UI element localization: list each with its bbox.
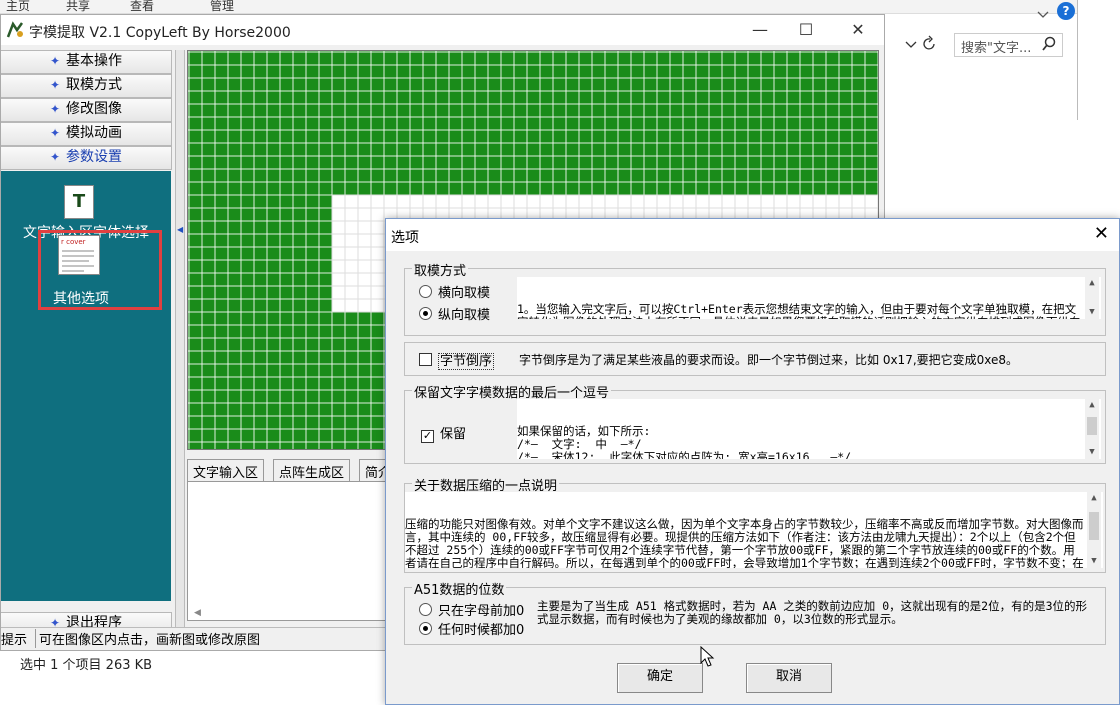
nav-label: 基本操作 [66, 53, 123, 69]
scroll-left-icon[interactable]: ◀ [194, 608, 201, 618]
dialog-titlebar: 选项 ✕ [386, 219, 1119, 251]
ribbon-tab-view[interactable]: 查看 [130, 0, 154, 14]
nav-star-icon: ✦ [49, 150, 61, 164]
app-logo-icon [5, 20, 25, 40]
radio-letter-only[interactable]: 只在字母前加0 [419, 600, 524, 619]
minimize-button[interactable]: — [737, 19, 783, 41]
checkbox-label: 保留 [440, 427, 467, 442]
scrollbar[interactable]: ▲ ▼ [1085, 277, 1099, 319]
icon-caption: r cover [61, 238, 86, 246]
help-icon[interactable]: ? [1057, 2, 1075, 20]
close-button[interactable]: ✕ [835, 19, 881, 41]
status-text: 可在图像区内点击，画新图或修改原图 [35, 629, 260, 648]
compression-note-group: 关于数据压缩的一点说明 压缩的功能只对图像有效。对单个文字不建议这么做，因为单个… [404, 475, 1106, 573]
nav-edit-image[interactable]: ✦ 修改图像 [1, 98, 172, 122]
splitter[interactable]: ◀ [175, 50, 185, 627]
nav-label: 模拟动画 [66, 125, 123, 141]
cancel-button[interactable]: 取消 [746, 663, 832, 693]
keep-comma-description: 如果保留的话，如下所示: /*— 文字: 中 —*/ /*— 宋体12; 此字体… [517, 399, 1101, 459]
nav-label: 取模方式 [66, 77, 123, 93]
mouse-cursor-icon [700, 645, 716, 668]
window-edge [1077, 0, 1120, 120]
a51-description: 主要是为了当生成 A51 格式数据时，若为 AA 之类的数前边应加 0，这就出现… [537, 600, 1088, 626]
sampling-mode-group: 取模方式 横向取模 纵向取模 1。当您输入完文字后，可以按Ctrl+Enter表… [404, 260, 1106, 336]
radio-label: 横向取模 [438, 286, 491, 301]
nav-simulate-animation[interactable]: ✦ 模拟动画 [1, 122, 172, 146]
ribbon-tab-manage[interactable]: 管理 [210, 0, 234, 14]
radio-label: 只在字母前加0 [438, 604, 525, 619]
radio-label: 任何时候都加0 [438, 623, 525, 638]
font-select-icon[interactable]: T [64, 185, 94, 219]
description-text: 1。当您输入完文字后，可以按Ctrl+Enter表示您想结束文字的输入，但由于要… [517, 302, 1081, 320]
other-options-label[interactable]: 其他选项 [1, 288, 161, 308]
byte-reverse-description: 字节倒序是为了满足某些液晶的要求而设。即一个字节倒过来，比如 0x17,要把它变… [519, 353, 1019, 367]
app-status-bar: 提示 可在图像区内点击，画新图或修改原图 [1, 627, 391, 648]
radio-vertical[interactable]: 纵向取模 [419, 304, 490, 323]
radio-dot [419, 285, 432, 298]
dropdown-chevron-icon[interactable] [903, 36, 919, 52]
checkbox-box [419, 353, 432, 366]
radio-label: 纵向取模 [438, 308, 491, 323]
settings-panel: T 文字输入区字体选择 r cover 其他选项 [1, 171, 171, 601]
byte-reverse-group: 字节倒序 字节倒序是为了满足某些液晶的要求而设。即一个字节倒过来，比如 0x17… [404, 342, 1106, 376]
sampling-description: 1。当您输入完文字后，可以按Ctrl+Enter表示您想结束文字的输入，但由于要… [517, 277, 1101, 319]
nav-label: 修改图像 [66, 101, 123, 117]
search-icon [1042, 36, 1056, 56]
nav-basic-ops[interactable]: ✦ 基本操作 [1, 50, 172, 74]
radio-always[interactable]: 任何时候都加0 [419, 619, 524, 638]
description-text: 如果保留的话，如下所示: /*— 文字: 中 —*/ /*— 宋体12; 此字体… [517, 424, 852, 460]
explorer-ribbon: 主页 共享 查看 管理 [0, 0, 1120, 14]
search-input[interactable]: 搜索"文字... [954, 33, 1063, 57]
options-dialog: 选项 ✕ 取模方式 横向取模 纵向取模 1。当您输入完文字后，可以按Ctrl+E… [385, 218, 1120, 705]
splitter-arrow-icon: ◀ [177, 225, 184, 234]
group-title: 取模方式 [412, 260, 469, 279]
checkbox-label: 字节倒序 [438, 353, 495, 370]
compression-description: 压缩的功能只对图像有效。对单个文字不建议这么做，因为单个文字本身占的字节数较少，… [405, 492, 1103, 568]
status-hint: 提示 [1, 633, 28, 648]
explorer-status: 选中 1 个项目 263 KB [0, 648, 385, 676]
radio-dot [419, 622, 432, 635]
chevron-down-icon[interactable] [1033, 4, 1053, 24]
ribbon-tab-share[interactable]: 共享 [66, 0, 90, 14]
nav-star-icon: ✦ [49, 126, 61, 140]
keep-comma-checkbox[interactable]: ✓ 保留 [421, 423, 466, 443]
byte-reverse-checkbox[interactable]: 字节倒序 [419, 350, 495, 370]
text-input-area[interactable]: ◀ [187, 481, 387, 621]
ribbon-tab-home[interactable]: 主页 [6, 0, 30, 14]
other-options-icon[interactable]: r cover [58, 235, 100, 275]
tab-strip: 文字输入区 点阵生成区 简介 [187, 459, 399, 486]
app-titlebar: 字模提取 V2.1 CopyLeft By Horse2000 — ☐ ✕ [1, 15, 884, 45]
group-title: A51数据的位数 [412, 579, 507, 598]
nav-star-icon: ✦ [49, 78, 61, 92]
keep-comma-group: 保留文字字模数据的最后一个逗号 ✓ 保留 如果保留的话，如下所示: /*— 文字:… [404, 382, 1106, 464]
a51-digits-group: A51数据的位数 只在字母前加0 任何时候都加0 主要是为了当生成 A51 格式… [404, 579, 1106, 645]
nav-star-icon: ✦ [49, 102, 61, 116]
sidebar: ✦ 基本操作 ✦ 取模方式 ✦ 修改图像 ✦ 模拟动画 ✦ 参数设置 T 文字输入区字体选… [1, 50, 173, 643]
maximize-button[interactable]: ☐ [783, 19, 829, 41]
nav-label: 参数设置 [66, 149, 123, 165]
radio-dot [419, 307, 432, 320]
nav-star-icon: ✦ [49, 54, 61, 68]
search-placeholder: 搜索"文字... [961, 41, 1032, 56]
radio-dot [419, 603, 432, 616]
nav-parameter-settings[interactable]: ✦ 参数设置 [1, 146, 172, 170]
scrollbar[interactable]: ▲ ▼ [1087, 492, 1101, 568]
app-title: 字模提取 V2.1 CopyLeft By Horse2000 [29, 25, 291, 41]
refresh-icon[interactable] [921, 35, 939, 53]
nav-sampling-mode[interactable]: ✦ 取模方式 [1, 74, 172, 98]
radio-horizontal[interactable]: 横向取模 [419, 282, 490, 301]
description-text: 压缩的功能只对图像有效。对单个文字不建议这么做，因为单个文字本身占的字节数较少，… [405, 517, 1084, 569]
checkbox-box: ✓ [421, 429, 434, 443]
ok-button[interactable]: 确定 [617, 663, 703, 693]
dialog-title: 选项 [391, 230, 419, 246]
dialog-close-button[interactable]: ✕ [1094, 223, 1109, 244]
scrollbar[interactable]: ▲ ▼ [1085, 399, 1099, 459]
